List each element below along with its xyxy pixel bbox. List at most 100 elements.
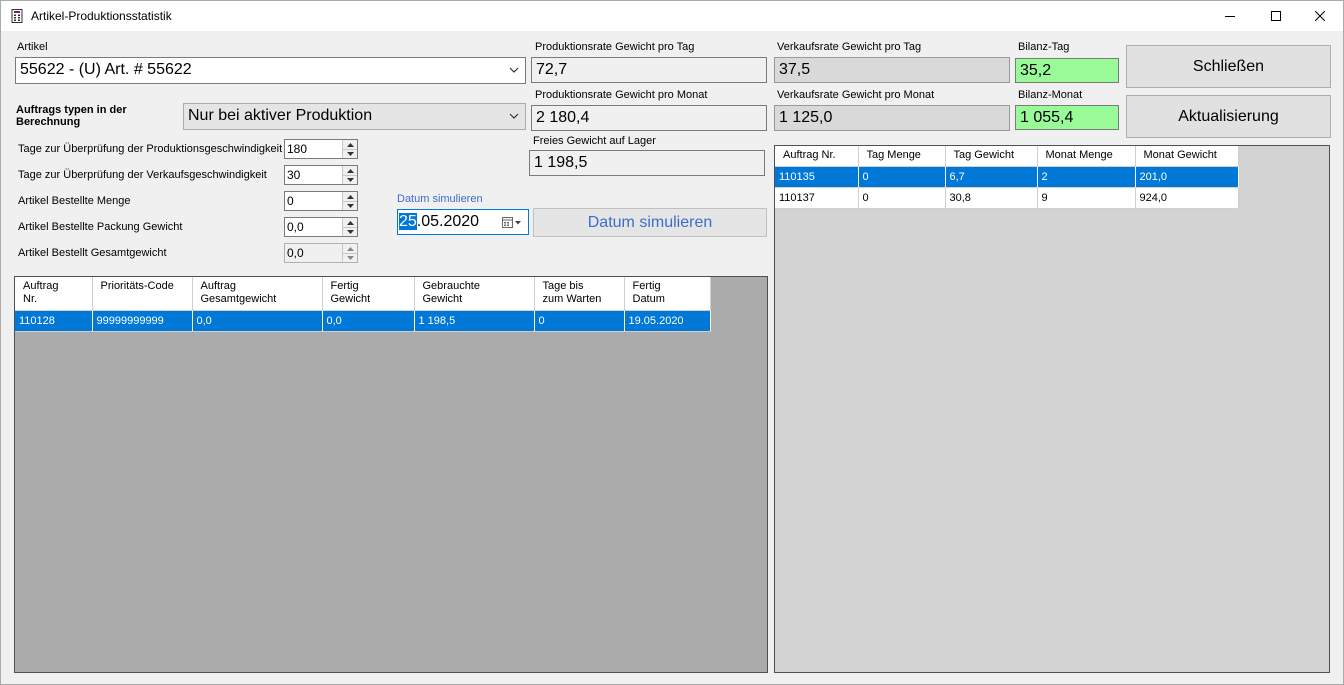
spin-up-icon[interactable] <box>343 192 357 201</box>
table-cell[interactable]: 19.05.2020 <box>624 310 711 332</box>
table-cell[interactable]: 0,0 <box>192 310 323 332</box>
table-cell[interactable]: 0 <box>858 166 946 188</box>
table-cell[interactable]: 6,7 <box>945 166 1038 188</box>
auftrag-grid[interactable]: Auftrag Nr. Prioritäts-Code Auftrag Gesamtge… <box>14 276 768 673</box>
column-header[interactable]: Prioritäts-Code <box>92 277 193 311</box>
datum-day-segment[interactable]: 25 <box>399 213 417 230</box>
auftrags-typen-combobox[interactable]: Nur bei aktiver Produktion <box>183 103 526 130</box>
column-header[interactable]: Gebrauchte Gewicht <box>414 277 535 311</box>
minimize-button[interactable] <box>1207 1 1253 31</box>
window-title: Artikel-Produktionsstatistik <box>31 9 172 23</box>
gesamtgewicht-label: Artikel Bestellt Gesamtgewicht <box>18 247 167 259</box>
spin-up-icon[interactable] <box>343 244 357 253</box>
table-cell[interactable]: 9 <box>1037 187 1136 209</box>
table-cell[interactable]: 2 <box>1037 166 1136 188</box>
table-cell[interactable]: 0,0 <box>322 310 415 332</box>
table-row[interactable]: 110135 0 6,7 2 201,0 <box>775 166 1239 188</box>
auftrags-typen-value: Nur bei aktiver Produktion <box>188 107 373 124</box>
packung-gewicht-label: Artikel Bestellte Packung Gewicht <box>18 221 183 233</box>
freies-gewicht-value: 1 198,5 <box>529 150 765 176</box>
table-cell[interactable]: 1 198,5 <box>414 310 535 332</box>
bestellte-menge-stepper[interactable]: 0 <box>284 191 358 211</box>
packung-gewicht-stepper[interactable]: 0,0 <box>284 217 358 237</box>
column-header-line: zum Warten <box>542 293 602 305</box>
column-header[interactable]: Monat Gewicht <box>1135 146 1239 167</box>
freies-gewicht-label: Freies Gewicht auf Lager <box>533 135 656 147</box>
spin-down-icon[interactable] <box>343 253 357 262</box>
artikel-combobox[interactable]: 55622 - (U) Art. # 55622 <box>15 57 526 84</box>
column-header[interactable]: Tag Menge <box>858 146 946 167</box>
chevron-down-icon <box>509 67 519 73</box>
table-row[interactable]: 110137 0 30,8 9 924,0 <box>775 187 1239 209</box>
verk-tag-value: 37,5 <box>774 57 1010 83</box>
verk-monat-label: Verkaufsrate Gewicht pro Monat <box>777 89 935 101</box>
column-header[interactable]: Auftrag Nr. <box>15 277 93 311</box>
column-header-line: Gesamtgewicht <box>200 293 277 305</box>
column-header-line: Nr. <box>23 293 38 305</box>
calendar-icon[interactable] <box>502 217 524 229</box>
spin-up-icon[interactable] <box>343 166 357 175</box>
bestellte-menge-label: Artikel Bestellte Menge <box>18 195 131 207</box>
column-header[interactable]: Auftrag Nr. <box>775 146 859 167</box>
monat-table: Auftrag Nr. Tag Menge Tag Gewicht Monat Men… <box>775 146 1239 209</box>
column-header-line: Fertig <box>632 280 661 292</box>
gesamtgewicht-value: 0,0 <box>287 246 304 260</box>
table-cell[interactable]: 30,8 <box>945 187 1038 209</box>
tage-verkauf-value: 30 <box>287 168 301 182</box>
minimize-icon <box>1225 16 1235 17</box>
artikel-value: 55622 - (U) Art. # 55622 <box>20 61 192 78</box>
chevron-down-icon <box>509 113 519 119</box>
column-header-line: Datum <box>632 293 665 305</box>
maximize-icon <box>1271 11 1281 21</box>
table-cell[interactable]: 201,0 <box>1135 166 1239 188</box>
tage-produktion-stepper[interactable]: 180 <box>284 139 358 159</box>
column-header[interactable]: Tage bis zum Warten <box>534 277 625 311</box>
column-header-line: Auftrag <box>23 280 59 292</box>
packung-gewicht-value: 0,0 <box>287 220 304 234</box>
spin-down-icon[interactable] <box>343 201 357 210</box>
aktualisierung-button[interactable]: Aktualisierung <box>1126 95 1331 138</box>
prod-monat-value: 2 180,4 <box>531 105 767 131</box>
column-header-line: Gewicht <box>422 293 463 305</box>
table-cell[interactable]: 99999999999 <box>92 310 193 332</box>
prod-monat-label: Produktionsrate Gewicht pro Monat <box>535 89 708 101</box>
table-cell[interactable]: 924,0 <box>1135 187 1239 209</box>
schliessen-button[interactable]: Schließen <box>1126 45 1331 88</box>
column-header[interactable]: Auftrag Gesamtgewicht <box>192 277 323 311</box>
monat-grid[interactable]: Auftrag Nr. Tag Menge Tag Gewicht Monat Men… <box>774 145 1330 673</box>
column-header[interactable]: Fertig Datum <box>624 277 711 311</box>
datum-rest-segment: .05.2020 <box>416 213 480 230</box>
tage-verkauf-stepper[interactable]: 30 <box>284 165 358 185</box>
column-header-line: Gewicht <box>330 293 371 305</box>
column-header[interactable]: Fertig Gewicht <box>322 277 415 311</box>
bilanz-monat-label: Bilanz-Monat <box>1018 89 1083 101</box>
app-window: Artikel-Produktionsstatistik Artikel 556… <box>0 0 1344 685</box>
table-cell[interactable]: 110137 <box>775 187 859 209</box>
table-row[interactable]: 110128 99999999999 0,0 0,0 1 198,5 0 19.05.202… <box>15 310 711 332</box>
datum-simulieren-label: Datum simulieren <box>397 193 483 205</box>
spin-up-icon[interactable] <box>343 140 357 149</box>
artikel-label: Artikel <box>17 41 48 53</box>
column-header[interactable]: Monat Menge <box>1037 146 1136 167</box>
close-window-button[interactable] <box>1297 1 1343 31</box>
column-header-line: Fertig <box>330 280 359 292</box>
table-cell[interactable]: 0 <box>858 187 946 209</box>
spin-down-icon[interactable] <box>343 149 357 158</box>
spin-down-icon[interactable] <box>343 227 357 236</box>
prod-tag-label: Produktionsrate Gewicht pro Tag <box>535 41 695 53</box>
column-header-line: Gebrauchte <box>422 280 480 292</box>
table-cell[interactable]: 110135 <box>775 166 859 188</box>
gesamtgewicht-stepper[interactable]: 0,0 <box>284 243 358 263</box>
maximize-button[interactable] <box>1253 1 1299 31</box>
spin-up-icon[interactable] <box>343 218 357 227</box>
table-cell[interactable]: 110128 <box>15 310 93 332</box>
table-cell[interactable]: 0 <box>534 310 625 332</box>
bestellte-menge-value: 0 <box>287 194 294 208</box>
datum-simulieren-button[interactable]: Datum simulieren <box>533 208 767 237</box>
title-bar: Artikel-Produktionsstatistik <box>1 1 1343 31</box>
auftrag-table: Auftrag Nr. Prioritäts-Code Auftrag Gesamtge… <box>15 277 711 332</box>
spin-down-icon[interactable] <box>343 175 357 184</box>
datum-picker[interactable]: 25.05.2020 <box>397 209 529 235</box>
app-icon <box>11 9 23 23</box>
column-header[interactable]: Tag Gewicht <box>945 146 1038 167</box>
